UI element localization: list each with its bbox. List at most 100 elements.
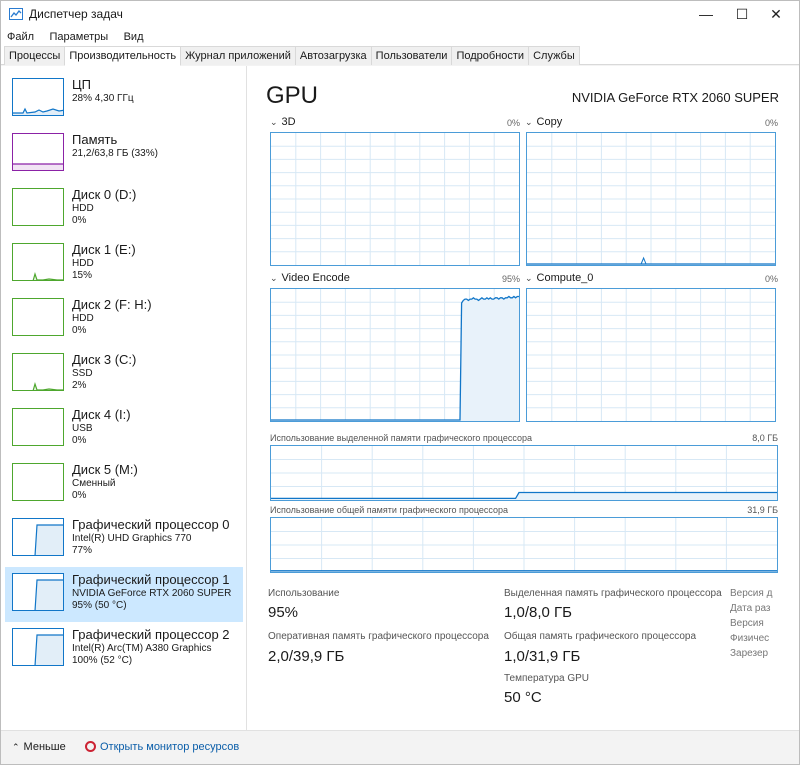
chevron-up-icon: ⌃ [12, 742, 20, 752]
reserved-memory-label: Зарезер [730, 648, 769, 659]
shared-memory-label: Использование общей памяти графического … [270, 505, 509, 515]
open-resource-monitor-label: Открыть монитор ресурсов [100, 741, 240, 753]
open-resource-monitor-link[interactable]: Открыть монитор ресурсов [85, 741, 239, 753]
sidebar-item-detail: 0% [72, 490, 87, 501]
tab-startup[interactable]: Автозагрузка [294, 46, 372, 65]
sidebar-item-text: ЦП 28% 4,30 ГГц [72, 77, 134, 105]
sidebar-item-text: Диск 2 (F: H:) HDD 0% [72, 297, 152, 337]
sidebar-item-name: Диск 2 (F: H:) [72, 297, 152, 312]
dedicated-mem-value: 1,0/8,0 ГБ [504, 604, 573, 621]
usage-label: Использование [268, 588, 340, 599]
sidebar-item[interactable]: Графический процессор 0 Intel(R) UHD Grap… [5, 512, 243, 567]
tab-strip: Процессы Производительность Журнал приложе… [1, 45, 799, 66]
performance-content: ЦП 28% 4,30 ГГц Память 21,2/63,8 ГБ (33%) Ди… [1, 66, 799, 730]
thumbnail-graph [12, 78, 64, 116]
sidebar-item-detail: 21,2/63,8 ГБ (33%) [72, 148, 158, 159]
usage-value: 95% [268, 604, 299, 621]
sidebar-item-detail: USB [72, 423, 93, 434]
close-button[interactable]: ✕ [753, 1, 799, 27]
sidebar-item-detail: HDD [72, 203, 94, 214]
graph-canvas [527, 133, 775, 265]
sidebar-item-name: Диск 4 (I:) [72, 407, 131, 422]
sidebar-item[interactable]: Диск 4 (I:) USB 0% [5, 402, 243, 457]
graph-shared-memory [270, 517, 778, 573]
sidebar-item-name: Графический процессор 1 [72, 572, 230, 587]
chevron-down-icon: ⌄ [270, 273, 278, 283]
shared-mem-value: 1,0/31,9 ГБ [504, 648, 581, 665]
tab-app-history[interactable]: Журнал приложений [180, 46, 296, 65]
sidebar-item-text: Диск 1 (E:) HDD 15% [72, 242, 136, 282]
dedicated-memory-max: 8,0 ГБ [752, 433, 778, 443]
driver-version-label: Версия д [730, 588, 773, 599]
page-title: GPU [266, 82, 319, 109]
physical-location-label: Физичес [730, 633, 770, 644]
chevron-down-icon: ⌄ [525, 273, 533, 283]
sidebar-item-detail: 0% [72, 435, 87, 446]
graph-3d [270, 132, 520, 266]
sidebar-item-text: Диск 5 (M:) Сменный 0% [72, 462, 138, 502]
directx-version-label: Версия [730, 618, 764, 629]
sidebar-item[interactable]: Диск 1 (E:) HDD 15% [5, 237, 243, 292]
sidebar-item-detail: 77% [72, 545, 93, 556]
sidebar-item-name: Графический процессор 2 [72, 627, 230, 642]
engine-selector-video-encode[interactable]: ⌄ Video Encode [270, 272, 350, 284]
sidebar-item-name: Память [72, 132, 118, 147]
tab-details[interactable]: Подробности [451, 46, 530, 65]
thumbnail-graph [12, 628, 64, 666]
fewer-details-button[interactable]: ⌃ Меньше [12, 741, 66, 753]
sidebar-item[interactable]: Графический процессор 2 Intel(R) Arc(TM) … [5, 622, 243, 677]
sidebar-item-detail: 15% [72, 270, 93, 281]
sidebar-item-name: Диск 0 (D:) [72, 187, 137, 202]
task-manager-window: Диспетчер задач — ☐ ✕ Файл Параметры Вид… [0, 0, 800, 765]
thumbnail-graph [12, 243, 64, 281]
menu-options[interactable]: Параметры [44, 29, 114, 43]
sidebar-item-text: Графический процессор 1 NVIDIA GeForce RT… [72, 572, 231, 612]
sidebar-item[interactable]: Диск 2 (F: H:) HDD 0% [5, 292, 243, 347]
sidebar-item[interactable]: Память 21,2/63,8 ГБ (33%) [5, 127, 243, 182]
engine-selector-compute[interactable]: ⌄ Compute_0 [525, 272, 593, 284]
sidebar-item-text: Диск 3 (C:) SSD 2% [72, 352, 136, 392]
thumbnail-graph [12, 188, 64, 226]
sidebar-item[interactable]: Диск 5 (M:) Сменный 0% [5, 457, 243, 512]
chevron-down-icon: ⌄ [525, 117, 533, 127]
sidebar-item[interactable]: ЦП 28% 4,30 ГГц [5, 72, 243, 127]
engine-label: Video Encode [281, 272, 350, 284]
thumbnail-sparkline [13, 299, 64, 336]
menu-file[interactable]: Файл [1, 29, 39, 43]
engine-selector-copy[interactable]: ⌄ Copy [525, 116, 562, 128]
sidebar-item-detail: Сменный [72, 478, 116, 489]
graph-spike [640, 256, 647, 265]
engine-label: 3D [281, 116, 296, 128]
engine-selector-3d[interactable]: ⌄ 3D [270, 116, 296, 128]
graph-canvas [527, 289, 775, 421]
sidebar-item-detail: Intel(R) UHD Graphics 770 [72, 533, 192, 544]
thumbnail-graph [12, 353, 64, 391]
tab-processes[interactable]: Процессы [4, 46, 66, 65]
tab-services[interactable]: Службы [528, 46, 580, 65]
sidebar-item[interactable]: Графический процессор 1 NVIDIA GeForce RT… [5, 567, 243, 622]
graph-dedicated-memory [270, 445, 778, 501]
tab-performance[interactable]: Производительность [64, 46, 182, 66]
task-manager-app-icon [9, 8, 23, 20]
sidebar-item-detail: 28% 4,30 ГГц [72, 93, 134, 104]
engine-percent: 0% [764, 118, 778, 128]
thumbnail-sparkline [34, 634, 63, 665]
sidebar-item-detail: SSD [72, 368, 93, 379]
driver-date-label: Дата раз [730, 603, 771, 614]
thumbnail-sparkline [34, 579, 63, 610]
thumbnail-sparkline [32, 271, 63, 280]
sidebar-item-name: Диск 1 (E:) [72, 242, 136, 257]
graph-canvas [271, 133, 519, 265]
gpu-detail-panel: GPU NVIDIA GeForce RTX 2060 SUPER ⌄ 3D 0%… [248, 66, 799, 730]
thumbnail-sparkline [13, 464, 64, 501]
thumbnail-sparkline [13, 107, 63, 115]
menu-view[interactable]: Вид [118, 29, 149, 43]
tab-users[interactable]: Пользователи [370, 46, 453, 65]
graph-compute [526, 288, 776, 422]
sidebar-item[interactable]: Диск 3 (C:) SSD 2% [5, 347, 243, 402]
shared-mem-label: Общая память графического процессора [504, 631, 697, 642]
engine-percent: 0% [506, 118, 520, 128]
sidebar-item[interactable]: Диск 0 (D:) HDD 0% [5, 182, 243, 237]
shared-memory-max: 31,9 ГБ [747, 505, 778, 515]
sidebar-item-detail: HDD [72, 258, 94, 269]
